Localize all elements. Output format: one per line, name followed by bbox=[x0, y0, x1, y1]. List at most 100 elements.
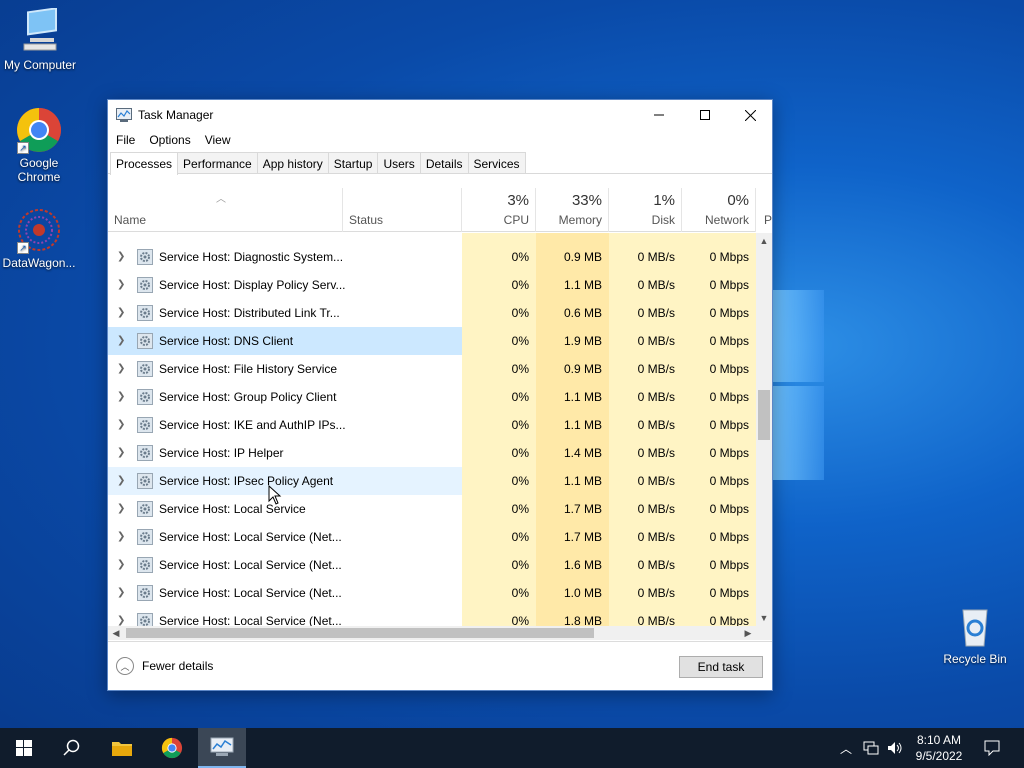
table-row[interactable]: ❯ Service Host: Local Service (Net... 0% 1.… bbox=[108, 523, 756, 551]
tab-users[interactable]: Users bbox=[377, 152, 421, 173]
tab-services[interactable]: Services bbox=[467, 152, 526, 173]
chevron-right-icon[interactable]: ❯ bbox=[117, 335, 125, 346]
menu-options[interactable]: Options bbox=[149, 130, 190, 150]
chevron-right-icon[interactable]: ❯ bbox=[117, 419, 125, 430]
table-row[interactable]: ❯ Service Host: Display Policy Serv... 0% 1… bbox=[108, 271, 756, 299]
column-header-name[interactable]: ︿ Name bbox=[108, 188, 343, 232]
clock[interactable]: 8:10 AM 9/5/2022 bbox=[906, 732, 972, 764]
action-center-button[interactable] bbox=[976, 728, 1008, 768]
menu-file[interactable]: File bbox=[116, 130, 135, 150]
table-row[interactable]: ❯ Service Host: Local Service 0% 1.7 MB 0 MB… bbox=[108, 495, 756, 523]
table-row[interactable]: ❯ Service Host: Diagnostic System... 0% 0.9… bbox=[108, 243, 756, 271]
process-name: Service Host: Local Service (Net... bbox=[159, 558, 342, 572]
process-name-cell[interactable]: ❯ Service Host: Local Service (Net... bbox=[108, 551, 462, 579]
scroll-thumb-horizontal[interactable] bbox=[126, 628, 594, 638]
chevron-right-icon[interactable]: ❯ bbox=[117, 363, 125, 374]
desktop-icon-datawagon[interactable]: ↗ DataWagon... bbox=[0, 206, 79, 270]
taskbar-file-explorer[interactable] bbox=[98, 728, 146, 768]
process-name-cell[interactable]: ❯ Service Host: Local Service bbox=[108, 495, 462, 523]
search-button[interactable] bbox=[48, 728, 96, 768]
taskbar-task-manager[interactable] bbox=[198, 728, 246, 768]
process-list: ❯ Service Host: Diagnostic System... 0% 0.9… bbox=[108, 233, 756, 626]
horizontal-scrollbar[interactable]: ◀ ▶ bbox=[108, 626, 756, 640]
network-cell: 0 Mbps bbox=[682, 551, 756, 579]
process-name-cell[interactable]: ❯ Service Host: Group Policy Client bbox=[108, 383, 462, 411]
tray-volume[interactable] bbox=[884, 728, 906, 768]
process-name-cell[interactable]: ❯ Service Host: Local Service (Net... bbox=[108, 523, 462, 551]
process-name: Service Host: Group Policy Client bbox=[159, 390, 337, 404]
network-cell: 0 Mbps bbox=[682, 243, 756, 271]
fewer-details-button[interactable]: ︿ Fewer details bbox=[116, 657, 213, 675]
end-task-button[interactable]: End task bbox=[679, 656, 763, 678]
maximize-button[interactable] bbox=[682, 100, 728, 130]
tab-performance[interactable]: Performance bbox=[177, 152, 258, 173]
chevron-right-icon[interactable]: ❯ bbox=[117, 615, 125, 626]
table-row[interactable]: ❯ Service Host: File History Service 0% 0.9… bbox=[108, 355, 756, 383]
process-name-cell[interactable]: ❯ Service Host: Local Service (Net... bbox=[108, 579, 462, 607]
chevron-right-icon[interactable]: ❯ bbox=[117, 391, 125, 402]
column-header-status[interactable]: Status bbox=[343, 188, 462, 232]
search-icon bbox=[63, 739, 80, 756]
network-cell: 0 Mbps bbox=[682, 383, 756, 411]
chevron-right-icon[interactable]: ❯ bbox=[117, 307, 125, 318]
chevron-right-icon[interactable]: ❯ bbox=[117, 503, 125, 514]
menu-view[interactable]: View bbox=[205, 130, 231, 150]
tray-network[interactable] bbox=[860, 728, 882, 768]
desktop-icon-my-computer[interactable]: My Computer bbox=[0, 7, 80, 72]
desktop-icon-recycle-bin[interactable]: Recycle Bin bbox=[935, 602, 1015, 666]
tray-show-hidden-button[interactable]: ︿ bbox=[836, 728, 856, 768]
process-name-cell[interactable]: ❯ Service Host: Display Policy Serv... bbox=[108, 271, 462, 299]
close-button[interactable] bbox=[727, 100, 773, 130]
table-row[interactable]: ❯ Service Host: Local Service (Net... 0% 1.… bbox=[108, 551, 756, 579]
process-name-cell[interactable]: ❯ Service Host: Diagnostic System... bbox=[108, 243, 462, 271]
table-row[interactable]: ❯ Service Host: IPsec Policy Agent 0% 1.1 M… bbox=[108, 467, 756, 495]
taskbar-chrome[interactable] bbox=[148, 728, 196, 768]
process-name: Service Host: DNS Client bbox=[159, 334, 294, 348]
sort-up-icon: ︿ bbox=[216, 194, 226, 205]
chevron-right-icon[interactable]: ❯ bbox=[117, 559, 125, 570]
table-row[interactable]: ❯ Service Host: IP Helper 0% 1.4 MB 0 MB/s 0 … bbox=[108, 439, 756, 467]
process-name-cell[interactable]: ❯ Service Host: IP Helper bbox=[108, 439, 462, 467]
column-header-disk[interactable]: 1% Disk bbox=[609, 188, 682, 232]
scroll-up-icon[interactable]: ▲ bbox=[756, 233, 772, 249]
tab-app-history[interactable]: App history bbox=[256, 152, 329, 173]
gear-icon bbox=[137, 305, 153, 321]
scroll-left-icon[interactable]: ◀ bbox=[108, 626, 124, 640]
process-name-cell[interactable]: ❯ Service Host: DNS Client bbox=[108, 327, 462, 355]
start-button[interactable] bbox=[0, 728, 48, 768]
scroll-down-icon[interactable]: ▼ bbox=[756, 610, 772, 626]
tab-startup[interactable]: Startup bbox=[327, 152, 379, 173]
tab-processes[interactable]: Processes bbox=[110, 152, 179, 175]
chevron-right-icon[interactable]: ❯ bbox=[117, 447, 125, 458]
table-row[interactable]: ❯ Service Host: Group Policy Client 0% 1.1 … bbox=[108, 383, 756, 411]
vertical-scrollbar[interactable]: ▲ ▼ bbox=[756, 233, 772, 626]
column-header-power[interactable]: P bbox=[756, 188, 772, 232]
chevron-right-icon[interactable]: ❯ bbox=[117, 531, 125, 542]
network-cell: 0 Mbps bbox=[682, 327, 756, 355]
column-header-network[interactable]: 0% Network bbox=[682, 188, 756, 232]
process-name-cell[interactable]: ❯ Service Host: IPsec Policy Agent bbox=[108, 467, 462, 495]
scroll-right-icon[interactable]: ▶ bbox=[740, 626, 756, 640]
scroll-thumb[interactable] bbox=[758, 390, 770, 440]
table-row[interactable]: ❯ Service Host: IKE and AuthIP IPs... 0% 1.… bbox=[108, 411, 756, 439]
tab-details[interactable]: Details bbox=[419, 152, 469, 173]
process-name: Service Host: IPsec Policy Agent bbox=[159, 474, 334, 488]
table-row[interactable]: ❯ Service Host: Local Service (Net... 0% 1.… bbox=[108, 607, 756, 626]
table-row[interactable]: ❯ Service Host: Distributed Link Tr... 0% 0… bbox=[108, 299, 756, 327]
table-row[interactable]: ❯ Service Host: Local Service (Net... 0% 1.… bbox=[108, 579, 756, 607]
process-name-cell[interactable]: ❯ Service Host: IKE and AuthIP IPs... bbox=[108, 411, 462, 439]
chevron-right-icon[interactable]: ❯ bbox=[117, 587, 125, 598]
title-bar[interactable]: Task Manager bbox=[108, 100, 772, 130]
table-row[interactable]: ❯ Service Host: DNS Client 0% 1.9 MB 0 MB/s 0… bbox=[108, 327, 756, 355]
process-name-cell[interactable]: ❯ Service Host: File History Service bbox=[108, 355, 462, 383]
process-name-cell[interactable]: ❯ Service Host: Local Service (Net... bbox=[108, 607, 462, 626]
column-header-cpu[interactable]: 3% CPU bbox=[462, 188, 536, 232]
process-name-cell[interactable]: ❯ Service Host: Distributed Link Tr... bbox=[108, 299, 462, 327]
chevron-right-icon[interactable]: ❯ bbox=[117, 251, 125, 262]
desktop-icon-google-chrome[interactable]: ↗ Google Chrome bbox=[0, 106, 79, 184]
minimize-button[interactable] bbox=[636, 100, 682, 130]
menu-bar: File Options View bbox=[108, 130, 772, 150]
chevron-right-icon[interactable]: ❯ bbox=[117, 279, 125, 290]
chevron-right-icon[interactable]: ❯ bbox=[117, 475, 125, 486]
column-header-memory[interactable]: 33% Memory bbox=[536, 188, 609, 232]
